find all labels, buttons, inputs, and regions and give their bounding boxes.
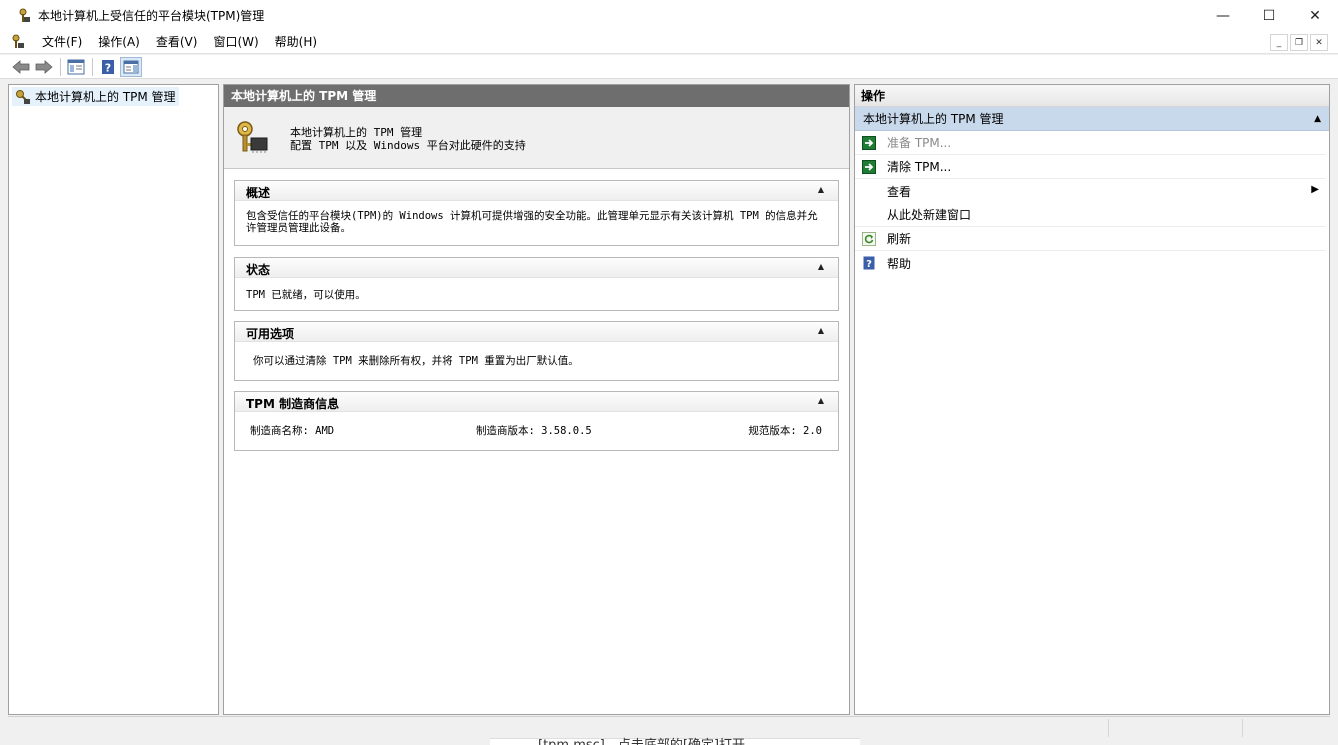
menu-view[interactable]: 查看(V) [148, 31, 206, 53]
green-arrow-icon [862, 135, 876, 150]
action-view[interactable]: 查看 ▶ [855, 179, 1325, 203]
status-bar-divider [1242, 719, 1243, 737]
collapse-arrow-icon[interactable]: ▲ [818, 262, 824, 271]
intro-description: 配置 TPM 以及 Windows 平台对此硬件的支持 [290, 139, 526, 152]
mdi-restore-button[interactable]: ❐ [1290, 34, 1308, 51]
section-header[interactable]: 概述 ▲ [235, 181, 838, 201]
collapse-arrow-icon[interactable]: ▲ [818, 396, 824, 405]
tpm-key-icon [16, 8, 32, 24]
action-label: 从此处新建窗口 [887, 208, 972, 222]
console-key-icon[interactable] [10, 34, 26, 50]
section-title: TPM 制造商信息 [246, 397, 340, 411]
toolbar-separator [60, 57, 61, 76]
section-header[interactable]: 状态 ▲ [235, 258, 838, 278]
help-icon: ? [862, 256, 876, 270]
action-prepare-tpm[interactable]: 准备 TPM... [855, 131, 1325, 155]
toolbar-separator [92, 57, 93, 76]
minimize-button[interactable]: — [1200, 0, 1246, 31]
maximize-button[interactable]: ☐ [1246, 0, 1292, 31]
action-label: 查看 [887, 184, 912, 199]
svg-text:?: ? [866, 259, 872, 270]
menu-file[interactable]: 文件(F) [34, 31, 90, 53]
help-icon: ? [102, 59, 114, 74]
section-title: 可用选项 [246, 327, 295, 341]
back-arrow-icon [12, 59, 30, 74]
collapse-arrow-icon[interactable]: ▲ [818, 185, 824, 194]
toolbar: ? [0, 55, 1338, 79]
show-hide-action-pane-button[interactable] [120, 56, 142, 77]
mdi-minimize-button[interactable]: _ [1270, 34, 1288, 51]
menu-bar: 文件(F) 操作(A) 查看(V) 窗口(W) 帮助(H) _ ❐ ✕ [0, 31, 1338, 54]
intro-banner: 本地计算机上的 TPM 管理 配置 TPM 以及 Windows 平台对此硬件的… [224, 107, 849, 169]
tpm-chip-key-icon [234, 119, 270, 155]
action-help[interactable]: ? 帮助 [855, 251, 1325, 275]
section-text: 包含受信任的平台模块(TPM)的 Windows 计算机可提供增强的安全功能。此… [246, 210, 818, 234]
spec-version: 规范版本: 2.0 [748, 425, 822, 437]
svg-text:?: ? [105, 61, 111, 74]
background-window: [tpm.msc]，点击底部的[确定]打开 [490, 738, 860, 745]
results-pane: 本地计算机上的 TPM 管理 本地计算机上的 TPM 管理 配置 TPM 以及 … [223, 84, 850, 715]
action-label: 帮助 [887, 256, 912, 271]
mdi-close-button[interactable]: ✕ [1310, 34, 1328, 51]
submenu-arrow-icon: ▶ [1311, 184, 1319, 195]
collapse-arrow-icon[interactable]: ▲ [1314, 107, 1321, 131]
console-tree-pane: 本地计算机上的 TPM 管理 [8, 84, 219, 715]
manufacturer-details: 制造商名称: AMD 制造商版本: 3.58.0.5 规范版本: 2.0 [235, 412, 838, 437]
back-button[interactable] [10, 57, 32, 77]
actions-pane: 操作 本地计算机上的 TPM 管理 ▲ 准备 TPM... 清除 TPM... … [854, 84, 1330, 715]
action-refresh[interactable]: 刷新 [855, 227, 1325, 251]
status-bar-divider [1108, 719, 1109, 737]
console-tree-icon [67, 59, 85, 74]
menu-help[interactable]: 帮助(H) [267, 31, 325, 53]
section-available-options: 可用选项 ▲ 你可以通过清除 TPM 来删除所有权，并将 TPM 重置为出厂默认… [234, 321, 839, 381]
manufacturer-version: 制造商版本: 3.58.0.5 [476, 425, 592, 437]
results-pane-header: 本地计算机上的 TPM 管理 [224, 85, 849, 107]
close-button[interactable]: ✕ [1292, 0, 1338, 31]
tree-item-label: 本地计算机上的 TPM 管理 [35, 90, 176, 104]
section-overview: 概述 ▲ 包含受信任的平台模块(TPM)的 Windows 计算机可提供增强的安… [234, 180, 839, 246]
actions-group-title: 本地计算机上的 TPM 管理 [863, 112, 1004, 126]
manufacturer-name: 制造商名称: AMD [250, 425, 335, 437]
help-button[interactable]: ? [97, 57, 119, 77]
menu-action[interactable]: 操作(A) [90, 31, 148, 53]
green-arrow-icon [862, 159, 876, 174]
tree-item-tpm-management[interactable]: 本地计算机上的 TPM 管理 [12, 87, 179, 106]
show-hide-tree-button[interactable] [65, 57, 87, 77]
title-bar: 本地计算机上受信任的平台模块(TPM)管理 — ☐ ✕ [0, 0, 1338, 31]
forward-button[interactable] [33, 57, 55, 77]
section-title: 状态 [246, 263, 271, 277]
action-clear-tpm[interactable]: 清除 TPM... [855, 155, 1325, 179]
actions-group-header[interactable]: 本地计算机上的 TPM 管理 ▲ [855, 107, 1329, 131]
options-text: 你可以通过清除 TPM 来删除所有权，并将 TPM 重置为出厂默认值。 [253, 355, 579, 367]
section-title: 概述 [246, 186, 271, 200]
menu-window[interactable]: 窗口(W) [205, 31, 266, 53]
action-label: 准备 TPM... [887, 136, 952, 150]
window-title: 本地计算机上受信任的平台模块(TPM)管理 [38, 9, 265, 23]
action-pane-icon [123, 60, 139, 73]
action-label: 刷新 [887, 232, 912, 246]
actions-header: 操作 [855, 85, 1329, 107]
forward-arrow-icon [35, 59, 53, 74]
status-text: TPM 已就绪，可以使用。 [246, 289, 366, 301]
collapse-arrow-icon[interactable]: ▲ [818, 326, 824, 335]
refresh-icon [862, 231, 876, 246]
action-label: 清除 TPM... [887, 160, 952, 174]
section-header[interactable]: 可用选项 ▲ [235, 322, 838, 342]
section-manufacturer-info: TPM 制造商信息 ▲ 制造商名称: AMD 制造商版本: 3.58.0.5 规… [234, 391, 839, 451]
action-new-window-from-here[interactable]: 从此处新建窗口 [855, 203, 1325, 227]
background-text: [tpm.msc]，点击底部的[确定]打开 [538, 734, 745, 745]
section-header[interactable]: TPM 制造商信息 ▲ [235, 392, 838, 412]
tpm-key-icon [15, 89, 31, 105]
section-status: 状态 ▲ TPM 已就绪，可以使用。 [234, 257, 839, 311]
